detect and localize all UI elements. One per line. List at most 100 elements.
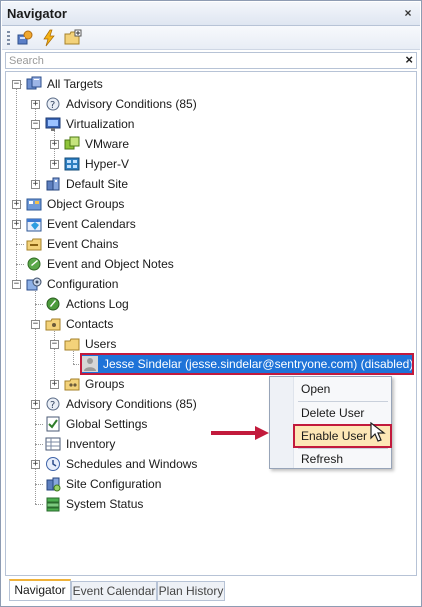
tab-plan-history[interactable]: Plan History <box>157 581 225 601</box>
toolbar <box>2 26 420 50</box>
tree-label: Event Calendars <box>47 217 136 231</box>
navigator-tree: − All Targets + ? Advisory Conditions (8… <box>5 71 417 576</box>
tree-label: Actions Log <box>66 297 129 311</box>
refresh-targets-icon[interactable] <box>16 29 34 47</box>
expand-advisory-conditions-config[interactable]: + <box>31 400 40 409</box>
tab-event-calendar[interactable]: Event Calendar <box>71 581 157 601</box>
tree-label: All Targets <box>47 77 103 91</box>
actions-log-icon <box>46 297 60 311</box>
tree-node-event-object-notes[interactable]: Event and Object Notes <box>26 255 176 273</box>
checklist-icon <box>46 416 60 432</box>
collapse-all-targets[interactable]: − <box>12 80 21 89</box>
mouse-pointer-icon <box>370 422 386 442</box>
svg-text:?: ? <box>50 100 55 111</box>
tree-node-hyperv[interactable]: Hyper-V <box>64 155 131 173</box>
expand-event-calendars[interactable]: + <box>12 220 21 229</box>
panel-title: Navigator <box>7 6 67 21</box>
monitor-icon <box>45 117 61 131</box>
vmware-icon <box>64 136 80 150</box>
tree-node-selected-user[interactable]: Jesse Sindelar (jesse.sindelar@sentryone… <box>80 353 414 375</box>
tree-node-vmware[interactable]: VMware <box>64 135 131 153</box>
tree-node-virtualization[interactable]: Virtualization <box>45 115 136 133</box>
tree-label: VMware <box>85 137 130 151</box>
expand-groups[interactable]: + <box>50 380 59 389</box>
collapse-virtualization[interactable]: − <box>31 120 40 129</box>
tree-node-advisory-conditions[interactable]: ? Advisory Conditions (85) <box>45 95 199 113</box>
tree-label: Schedules and Windows <box>66 457 198 471</box>
advisory-icon: ? <box>46 97 60 111</box>
tree-label: Configuration <box>47 277 119 291</box>
tree-label: Site Configuration <box>66 477 162 491</box>
tree-node-groups[interactable]: Groups <box>64 375 126 393</box>
clear-search-icon[interactable]: × <box>405 52 413 67</box>
lightning-icon[interactable] <box>40 29 58 47</box>
calendar-icon <box>26 218 42 232</box>
tree-node-system-status[interactable]: System Status <box>45 495 145 513</box>
tree-node-site-configuration[interactable]: Site Configuration <box>45 475 163 493</box>
event-chains-icon <box>26 238 42 251</box>
expand-object-groups[interactable]: + <box>12 200 21 209</box>
menu-item-refresh[interactable]: Refresh <box>295 449 390 469</box>
users-folder-icon <box>64 338 80 351</box>
expand-vmware[interactable]: + <box>50 140 59 149</box>
tab-navigator[interactable]: Navigator <box>9 579 71 601</box>
tree-label: Users <box>85 337 117 351</box>
search-input[interactable] <box>9 53 389 68</box>
svg-text:?: ? <box>50 400 55 411</box>
tree-node-object-groups[interactable]: Object Groups <box>26 195 126 213</box>
site-icon <box>46 177 60 191</box>
tree-label: Contacts <box>66 317 114 331</box>
tree-node-event-chains[interactable]: Event Chains <box>26 235 120 253</box>
tree-label: Object Groups <box>47 197 125 211</box>
configuration-icon <box>26 277 42 291</box>
tree-node-contacts[interactable]: Contacts <box>45 315 115 333</box>
hyperv-icon <box>64 157 80 171</box>
toolbar-grip[interactable] <box>7 31 10 45</box>
server-group-icon <box>26 76 42 90</box>
tree-label: System Status <box>66 497 144 511</box>
tree-label: Event and Object Notes <box>47 257 174 271</box>
object-groups-icon <box>26 198 42 211</box>
inventory-icon <box>45 437 61 451</box>
groups-folder-icon <box>64 378 80 391</box>
contacts-folder-icon <box>45 318 61 331</box>
tree-label: Groups <box>85 377 125 391</box>
site-configuration-icon <box>46 477 61 492</box>
tree-node-default-site[interactable]: Default Site <box>45 175 130 193</box>
new-folder-icon[interactable] <box>64 29 82 47</box>
menu-item-delete-user[interactable]: Delete User <box>295 403 390 423</box>
close-icon[interactable]: × <box>400 5 416 21</box>
tree-node-inventory[interactable]: Inventory <box>45 435 117 453</box>
collapse-contacts[interactable]: − <box>31 320 40 329</box>
schedule-clock-icon <box>46 457 60 471</box>
expand-advisory-conditions[interactable]: + <box>31 100 40 109</box>
tree-label: Default Site <box>66 177 129 191</box>
annotation-arrow-icon <box>211 426 269 440</box>
tree-node-event-calendars[interactable]: Event Calendars <box>26 215 138 233</box>
tree-node-schedules-windows[interactable]: Schedules and Windows <box>45 455 199 473</box>
tree-label: Virtualization <box>66 117 135 131</box>
tree-node-global-settings[interactable]: Global Settings <box>45 415 149 433</box>
tree-node-all-targets[interactable]: All Targets <box>26 75 105 93</box>
tree-label: Advisory Conditions (85) <box>66 97 197 111</box>
collapse-users[interactable]: − <box>50 340 59 349</box>
tree-label: Inventory <box>66 437 116 451</box>
navigator-panel: Navigator × × <box>0 0 422 607</box>
tree-node-actions-log[interactable]: Actions Log <box>45 295 131 313</box>
expand-hyperv[interactable]: + <box>50 160 59 169</box>
expand-schedules-windows[interactable]: + <box>31 460 40 469</box>
collapse-configuration[interactable]: − <box>12 280 21 289</box>
panel-titlebar: Navigator × <box>2 2 420 26</box>
menu-item-open[interactable]: Open <box>295 379 390 399</box>
expand-default-site[interactable]: + <box>31 180 40 189</box>
tree-label: Hyper-V <box>85 157 130 171</box>
advisory-icon: ? <box>46 397 60 411</box>
tree-node-advisory-conditions-config[interactable]: ? Advisory Conditions (85) <box>45 395 199 413</box>
tree-label: Global Settings <box>66 417 148 431</box>
tree-node-configuration[interactable]: Configuration <box>26 275 120 293</box>
disabled-user-icon <box>82 356 98 372</box>
bottom-tab-strip: Navigator Event Calendar Plan History <box>5 579 417 603</box>
search-box: × <box>5 52 417 69</box>
notes-icon <box>27 257 41 271</box>
tree-node-users[interactable]: Users <box>64 335 118 353</box>
